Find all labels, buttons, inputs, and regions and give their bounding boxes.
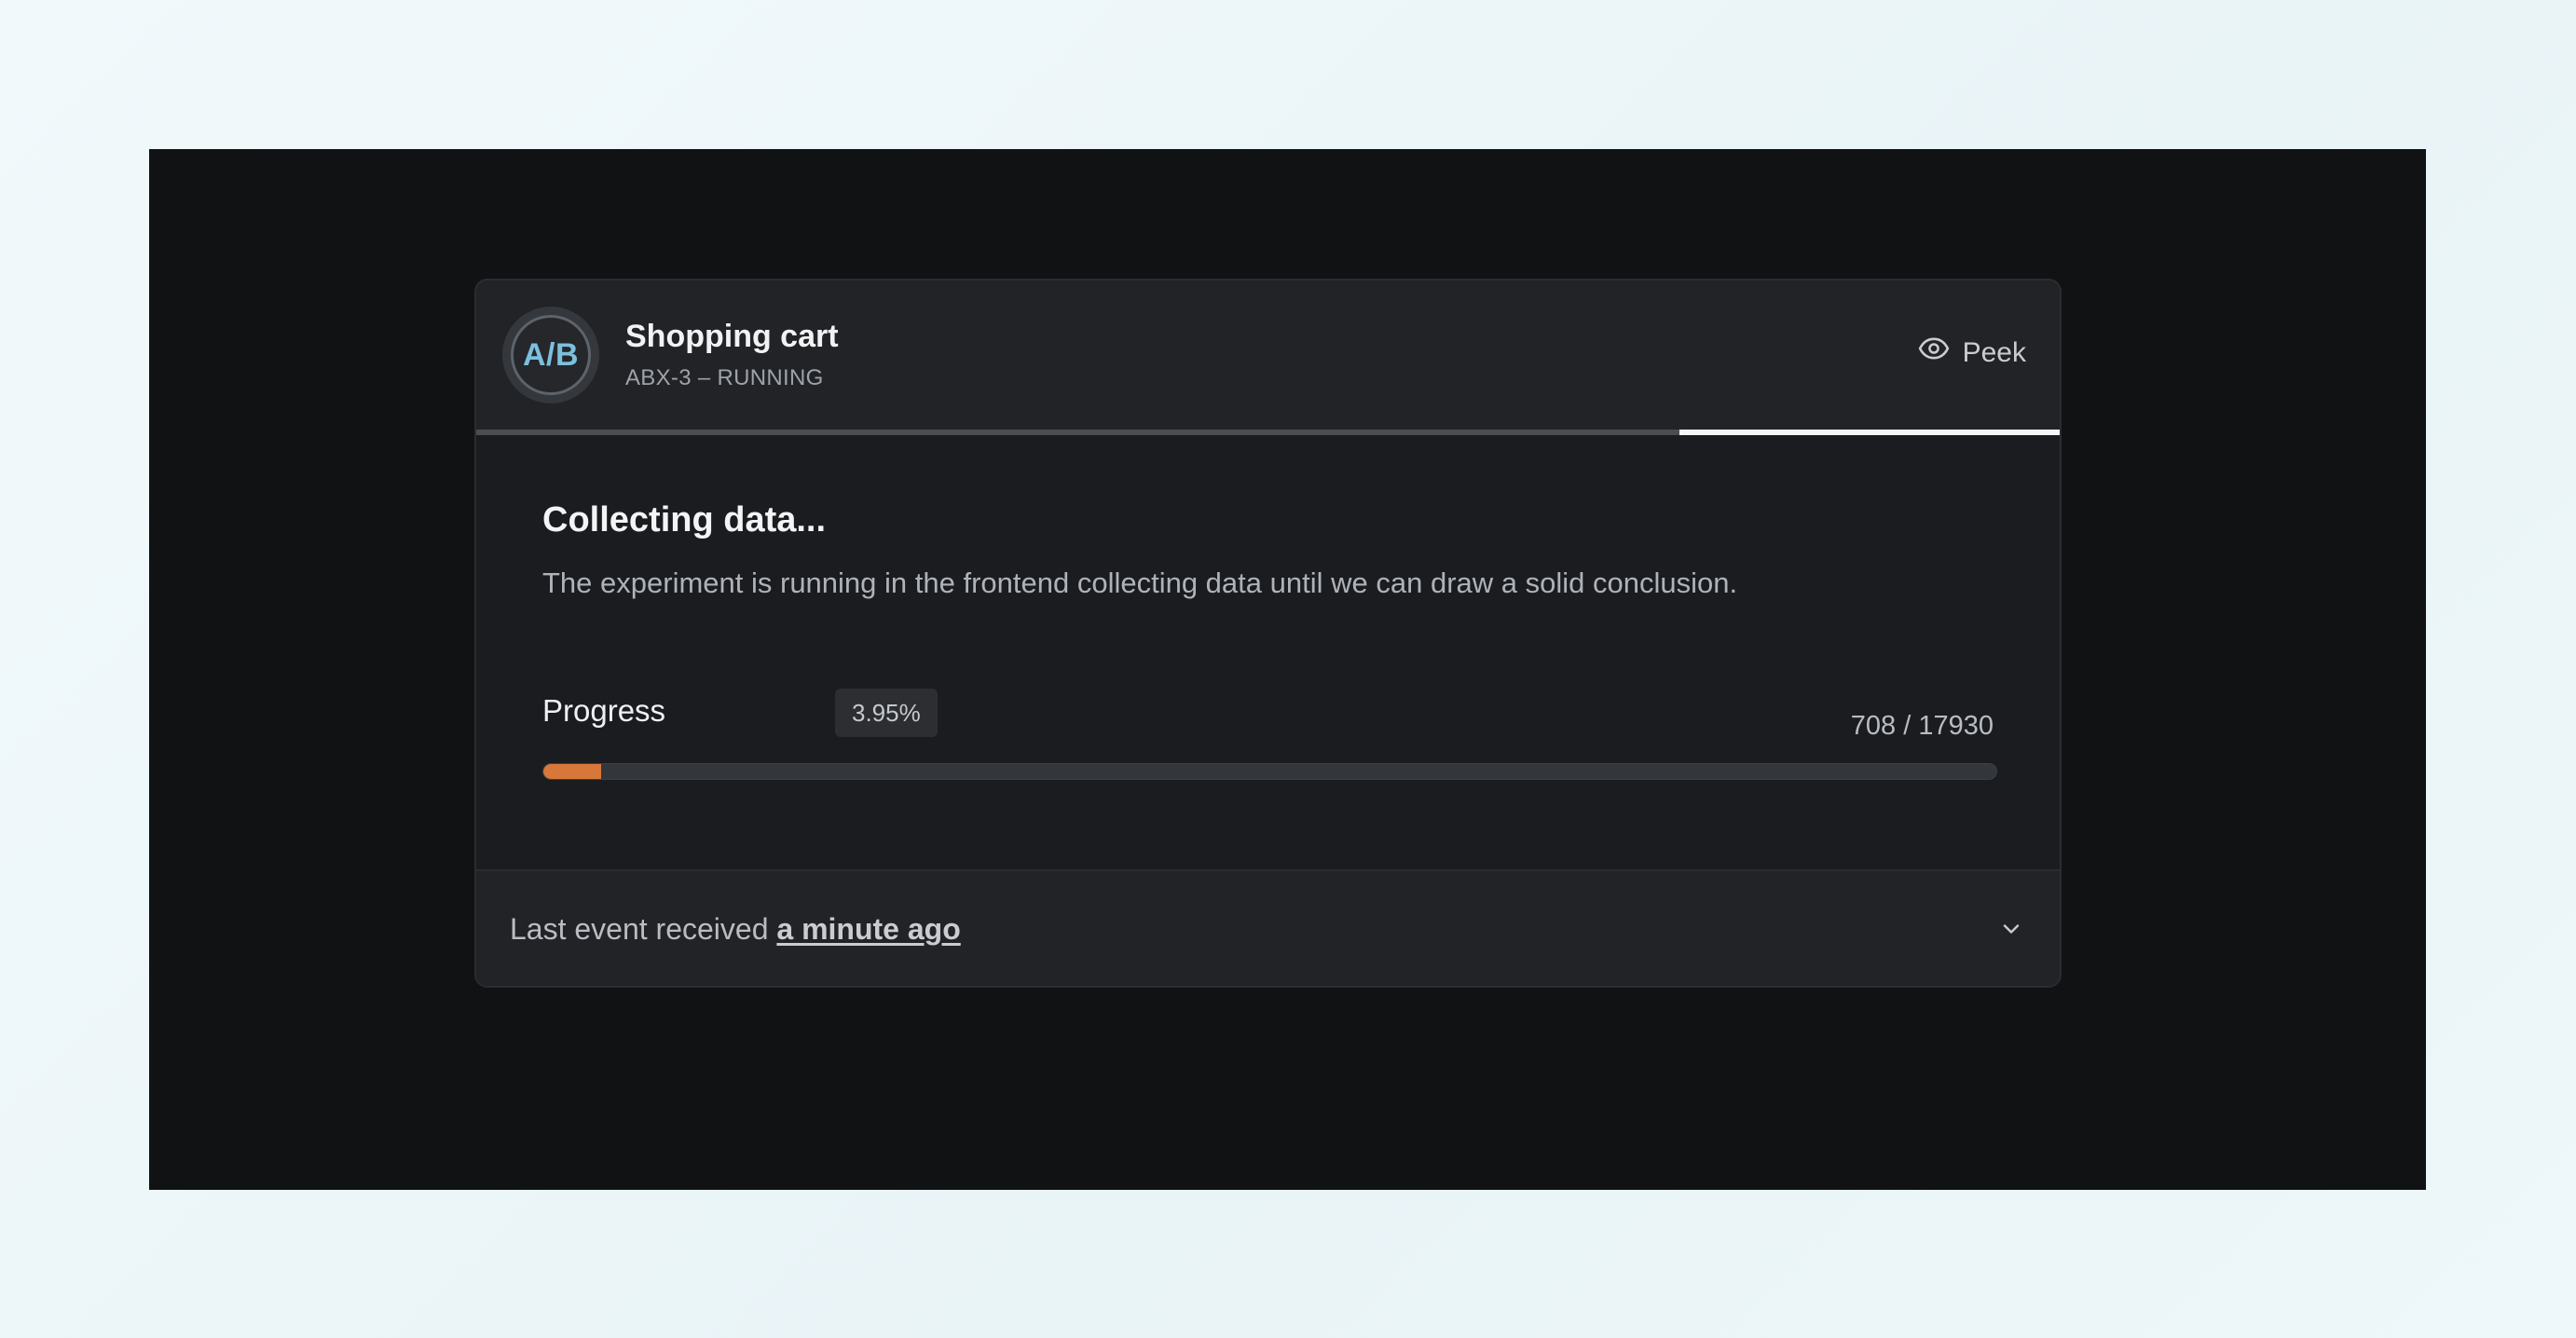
peek-button[interactable]: Peek [1918, 333, 2026, 373]
last-event-prefix: Last event received [510, 912, 777, 946]
status-section: Collecting data... The experiment is run… [476, 435, 2060, 869]
progress-label: Progress [542, 693, 666, 728]
card-header: A/B Shopping cart ABX-3 – RUNNING Peek [476, 280, 2060, 430]
progress-bar-fill [543, 764, 601, 779]
status-description: The experiment is running in the fronten… [542, 567, 1738, 599]
experiment-avatar: A/B [502, 307, 599, 403]
progress-bar [542, 763, 1997, 780]
experiment-title: Shopping cart [625, 319, 839, 354]
last-event-text: Last event received a minute ago [510, 910, 961, 948]
progress-count: 708 / 17930 [1850, 711, 1994, 741]
eye-icon [1918, 333, 1950, 373]
app-stage: A/B Shopping cart ABX-3 – RUNNING Peek C… [149, 149, 2426, 1190]
experiment-card: A/B Shopping cart ABX-3 – RUNNING Peek C… [474, 279, 2062, 988]
card-footer: Last event received a minute ago [476, 869, 2060, 986]
status-heading: Collecting data... [542, 500, 827, 539]
experiment-subtitle: ABX-3 – RUNNING [625, 365, 824, 390]
avatar-label: A/B [511, 315, 591, 395]
last-event-time-link[interactable]: a minute ago [776, 912, 960, 946]
progress-percent-badge: 3.95% [835, 689, 938, 737]
chevron-down-icon[interactable] [1998, 916, 2024, 942]
peek-label: Peek [1962, 336, 2026, 368]
